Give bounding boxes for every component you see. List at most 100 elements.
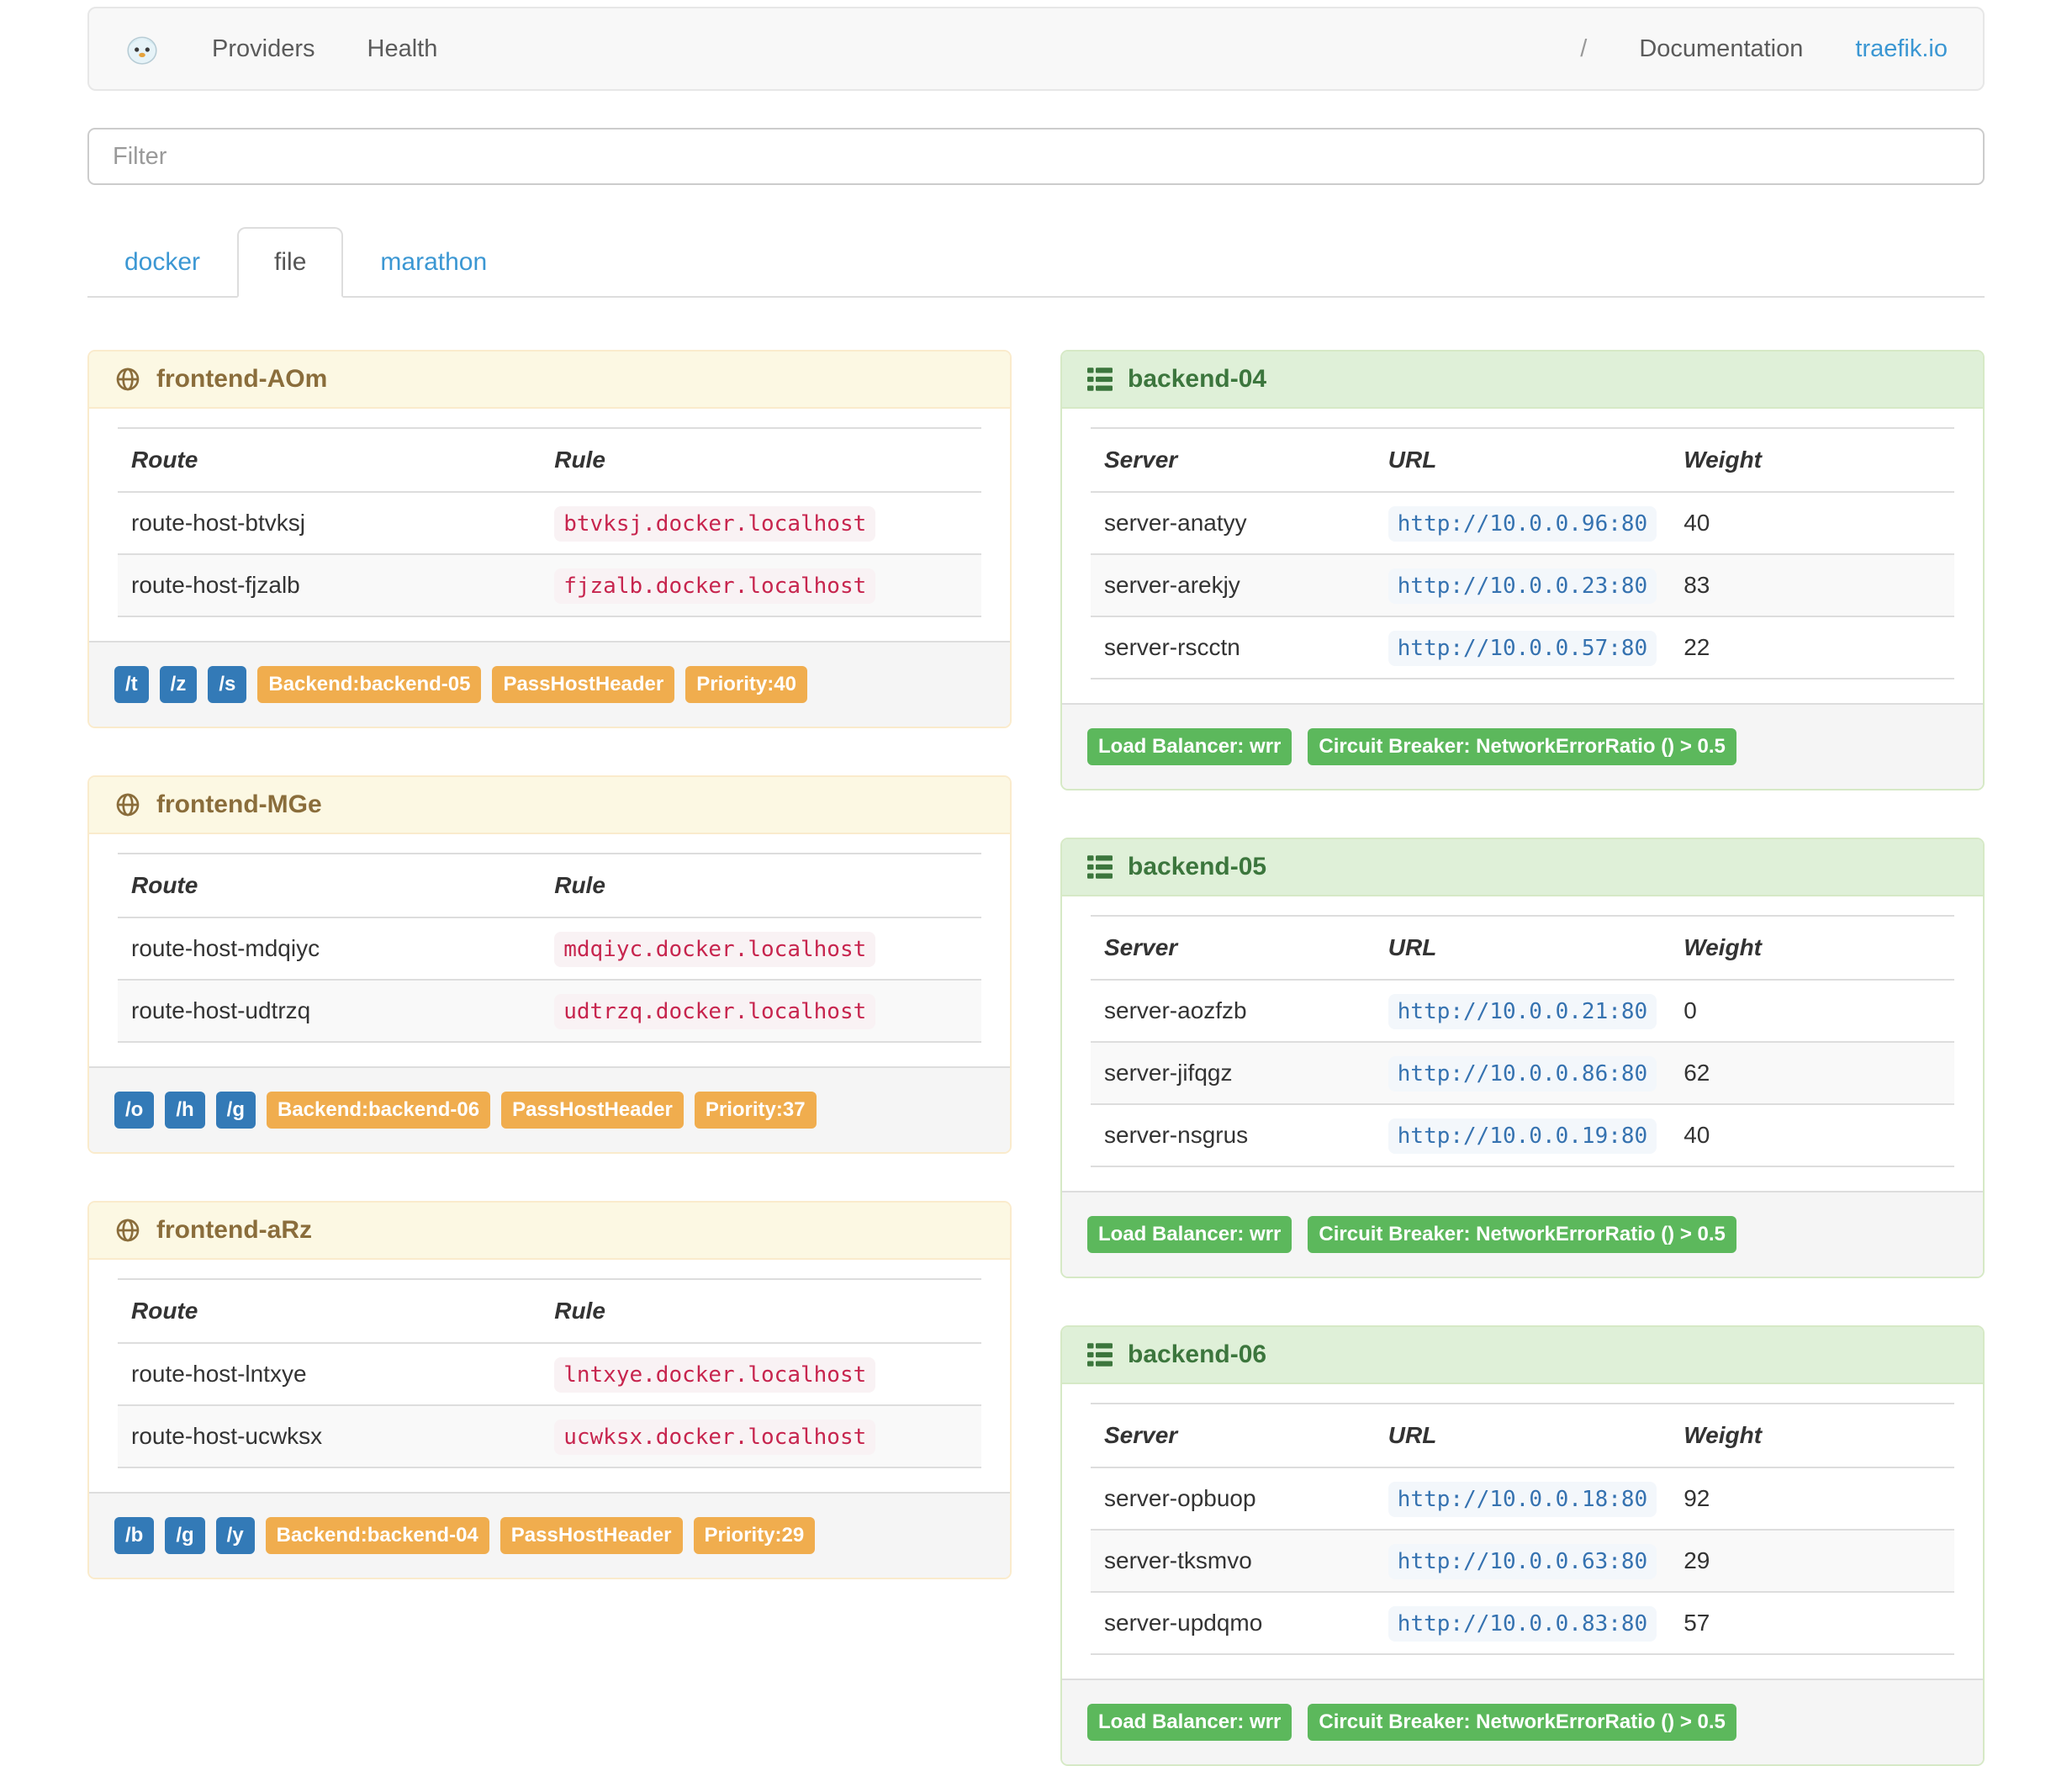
backend-card-06: backend-06 Server URL Weight server-opbu… xyxy=(1060,1325,1985,1766)
entrypoint-badge: /g xyxy=(215,1092,256,1129)
filter-input[interactable] xyxy=(87,128,1985,185)
frontend-card-MGe: frontend-MGe Route Rule route-host-mdqiy… xyxy=(87,775,1012,1154)
servers-table: Server URL Weight server-anatyy http://1… xyxy=(1091,427,1954,679)
backend-card-body: Server URL Weight server-anatyy http://1… xyxy=(1062,409,1983,703)
rule-value: udtrzq.docker.localhost xyxy=(554,994,876,1029)
entrypoint-badge: /s xyxy=(208,666,247,703)
tab-marathon[interactable]: marathon xyxy=(343,227,524,298)
backend-card-body: Server URL Weight server-opbuop http://1… xyxy=(1062,1384,1983,1679)
backend-card-footer: Load Balancer: wrr Circuit Breaker: Netw… xyxy=(1062,1191,1983,1277)
column-header-server: Server xyxy=(1104,1422,1178,1448)
server-url: http://10.0.0.96:80 xyxy=(1388,506,1657,542)
frontend-card-header: frontend-aRz xyxy=(89,1203,1010,1260)
column-header-route: Route xyxy=(131,1298,198,1324)
route-name: route-host-lntxye xyxy=(131,1361,307,1387)
routes-table: Route Rule route-host-lntxye lntxye.dock… xyxy=(118,1278,981,1468)
traefik-logo-icon xyxy=(124,31,160,66)
server-weight: 0 xyxy=(1684,997,1697,1023)
server-url: http://10.0.0.19:80 xyxy=(1388,1118,1657,1154)
frontend-card-footer: /o /h /g Backend:backend-06 PassHostHead… xyxy=(89,1066,1010,1152)
entrypoint-badge: /g xyxy=(165,1517,205,1554)
passhostheader-badge: PassHostHeader xyxy=(500,1517,683,1554)
backend-card-footer: Load Balancer: wrr Circuit Breaker: Netw… xyxy=(1062,1679,1983,1764)
load-balancer-badge: Load Balancer: wrr xyxy=(1087,728,1292,765)
globe-icon xyxy=(116,1219,140,1242)
column-header-route: Route xyxy=(131,447,198,473)
route-name: route-host-btvksj xyxy=(131,510,305,536)
routes-table: Route Rule route-host-mdqiyc mdqiyc.dock… xyxy=(118,853,981,1043)
nav-providers[interactable]: Providers xyxy=(212,35,315,63)
nav-traefik-io[interactable]: traefik.io xyxy=(1855,35,1948,63)
route-name: route-host-udtrzq xyxy=(131,997,311,1023)
backends-column: backend-04 Server URL Weight server-anat… xyxy=(1060,350,1985,1766)
column-header-url: URL xyxy=(1388,447,1437,473)
rule-value: btvksj.docker.localhost xyxy=(554,506,876,542)
tab-file[interactable]: file xyxy=(237,227,344,298)
server-weight: 62 xyxy=(1684,1060,1710,1086)
column-header-server: Server xyxy=(1104,447,1178,473)
frontend-card-header: frontend-AOm xyxy=(89,352,1010,409)
frontend-card-footer: /b /g /y Backend:backend-04 PassHostHead… xyxy=(89,1492,1010,1578)
column-header-server: Server xyxy=(1104,934,1178,960)
server-row: server-arekjy http://10.0.0.23:80 83 xyxy=(1091,554,1954,616)
server-weight: 57 xyxy=(1684,1610,1710,1636)
globe-icon xyxy=(116,793,140,817)
page: Providers Health / Documentation traefik… xyxy=(0,7,2072,1766)
passhostheader-badge: PassHostHeader xyxy=(501,1092,684,1129)
provider-tabs: docker file marathon xyxy=(87,227,1985,298)
column-header-route: Route xyxy=(131,872,198,898)
frontend-card-AOm: frontend-AOm Route Rule route-host-btvks… xyxy=(87,350,1012,728)
backend-title: backend-04 xyxy=(1128,365,1267,393)
rule-value: mdqiyc.docker.localhost xyxy=(554,932,876,967)
server-name: server-jifqgz xyxy=(1104,1060,1233,1086)
server-url: http://10.0.0.83:80 xyxy=(1388,1606,1657,1642)
entrypoint-badge: /y xyxy=(215,1517,255,1554)
frontend-title: frontend-MGe xyxy=(156,790,322,818)
route-row: route-host-fjzalb fjzalb.docker.localhos… xyxy=(118,554,981,616)
column-header-weight: Weight xyxy=(1684,934,1762,960)
server-name: server-anatyy xyxy=(1104,510,1247,536)
entrypoint-badge: /o xyxy=(114,1092,155,1129)
nav-documentation[interactable]: Documentation xyxy=(1639,35,1803,63)
column-header-rule: Rule xyxy=(554,1298,605,1324)
tab-docker[interactable]: docker xyxy=(87,227,237,298)
frontend-card-body: Route Rule route-host-lntxye lntxye.dock… xyxy=(89,1260,1010,1492)
frontend-card-footer: /t /z /s Backend:backend-05 PassHostHead… xyxy=(89,641,1010,727)
server-url: http://10.0.0.86:80 xyxy=(1388,1056,1657,1092)
route-row: route-host-btvksj btvksj.docker.localhos… xyxy=(118,492,981,554)
navbar-right: / Documentation traefik.io xyxy=(1580,35,1948,63)
navbar-left: Providers Health xyxy=(124,31,437,66)
server-name: server-updqmo xyxy=(1104,1610,1263,1636)
server-url: http://10.0.0.21:80 xyxy=(1388,994,1657,1029)
backend-card-05: backend-05 Server URL Weight server-aozf… xyxy=(1060,838,1985,1278)
frontend-card-aRz: frontend-aRz Route Rule route-host-lntxy… xyxy=(87,1201,1012,1579)
rule-value: fjzalb.docker.localhost xyxy=(554,568,876,604)
priority-badge: Priority:37 xyxy=(694,1092,817,1129)
servers-table: Server URL Weight server-aozfzb http://1… xyxy=(1091,915,1954,1167)
entrypoint-badge: /t xyxy=(114,666,149,703)
server-weight: 29 xyxy=(1684,1547,1710,1573)
server-weight: 83 xyxy=(1684,572,1710,598)
column-header-rule: Rule xyxy=(554,447,605,473)
server-name: server-rscctn xyxy=(1104,634,1240,660)
backend-title: backend-05 xyxy=(1128,853,1267,880)
server-row: server-nsgrus http://10.0.0.19:80 40 xyxy=(1091,1104,1954,1166)
route-name: route-host-ucwksx xyxy=(131,1423,323,1449)
backend-ref-badge: Backend:backend-05 xyxy=(257,666,482,703)
server-weight: 22 xyxy=(1684,634,1710,660)
rule-value: lntxye.docker.localhost xyxy=(554,1357,876,1393)
circuit-breaker-badge: Circuit Breaker: NetworkErrorRatio () > … xyxy=(1308,728,1736,765)
server-url: http://10.0.0.23:80 xyxy=(1388,568,1657,604)
routes-table: Route Rule route-host-btvksj btvksj.dock… xyxy=(118,427,981,617)
nav-health[interactable]: Health xyxy=(367,35,438,63)
content-row: frontend-AOm Route Rule route-host-btvks… xyxy=(87,350,1985,1766)
backend-card-04: backend-04 Server URL Weight server-anat… xyxy=(1060,350,1985,790)
server-name: server-tksmvo xyxy=(1104,1547,1252,1573)
column-header-url: URL xyxy=(1388,934,1437,960)
server-name: server-opbuop xyxy=(1104,1485,1256,1511)
load-balancer-badge: Load Balancer: wrr xyxy=(1087,1704,1292,1741)
server-name: server-aozfzb xyxy=(1104,997,1247,1023)
priority-badge: Priority:29 xyxy=(693,1517,816,1554)
priority-badge: Priority:40 xyxy=(685,666,807,703)
route-row: route-host-mdqiyc mdqiyc.docker.localhos… xyxy=(118,917,981,980)
